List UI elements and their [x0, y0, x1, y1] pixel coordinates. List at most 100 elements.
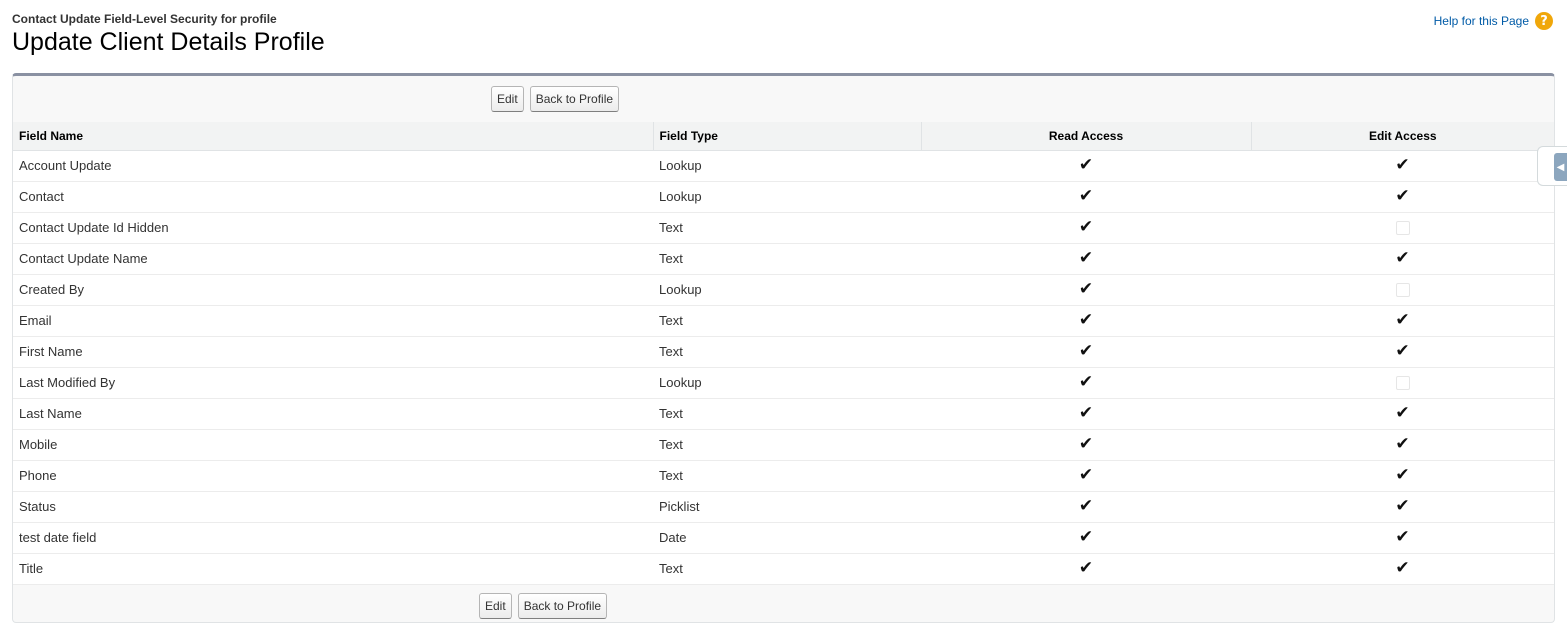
table-row: First Name Text ✔ ✔ [13, 336, 1554, 368]
unchecked-box-icon [1395, 221, 1410, 236]
field-type-cell: Text [653, 305, 921, 337]
page-subtitle: Contact Update Field-Level Security for … [12, 12, 277, 26]
edit-access-cell: ✔ [1251, 150, 1554, 182]
checkmark-icon: ✔ [1395, 310, 1410, 330]
table-row: test date field Date ✔ ✔ [13, 522, 1554, 554]
edit-access-cell: ✔ [1251, 398, 1554, 430]
table-row: Status Picklist ✔ ✔ [13, 491, 1554, 523]
back-to-profile-button-top[interactable]: Back to Profile [529, 86, 620, 112]
top-button-row: Edit Back to Profile [491, 86, 620, 112]
checkmark-icon: ✔ [1078, 248, 1094, 268]
field-name-cell: Contact [13, 181, 653, 213]
column-header-field-type[interactable]: Field Type [653, 122, 922, 151]
table-row: Contact Update Name Text ✔ ✔ [13, 243, 1554, 275]
checkmark-icon: ✔ [1078, 558, 1094, 578]
back-to-profile-button-bottom[interactable]: Back to Profile [517, 593, 608, 619]
checkmark-icon: ✔ [1078, 403, 1094, 423]
field-type-cell: Text [653, 212, 921, 244]
read-access-cell: ✔ [921, 274, 1251, 306]
table-row: Email Text ✔ ✔ [13, 305, 1554, 337]
table-row: Last Name Text ✔ ✔ [13, 398, 1554, 430]
checkmark-icon: ✔ [1078, 217, 1094, 237]
field-name-cell: Email [13, 305, 653, 337]
page-title: Update Client Details Profile [12, 28, 325, 56]
field-name-cell: Status [13, 491, 653, 523]
field-name-cell: Created By [13, 274, 653, 306]
help-icon[interactable]: ? [1535, 12, 1553, 30]
page: Contact Update Field-Level Security for … [0, 0, 1567, 636]
collapse-arrow-icon[interactable]: ◀ [1554, 153, 1567, 181]
checkmark-icon: ✔ [1395, 527, 1410, 547]
checkmark-icon: ✔ [1078, 186, 1094, 206]
checkmark-icon: ✔ [1078, 372, 1094, 392]
read-access-cell: ✔ [921, 336, 1251, 368]
table-row: Last Modified By Lookup ✔ [13, 367, 1554, 399]
edit-button-bottom[interactable]: Edit [479, 593, 512, 619]
edit-access-cell [1251, 212, 1554, 244]
edit-access-cell: ✔ [1251, 460, 1554, 492]
field-name-cell: Mobile [13, 429, 653, 461]
field-type-cell: Text [653, 398, 921, 430]
help-link[interactable]: Help for this Page [1434, 14, 1529, 28]
checkmark-icon: ✔ [1078, 155, 1094, 175]
checkmark-icon: ✔ [1395, 186, 1410, 206]
table-row: Title Text ✔ ✔ [13, 553, 1554, 585]
checkmark-icon: ✔ [1078, 496, 1094, 516]
edit-access-cell: ✔ [1251, 429, 1554, 461]
checkmark-icon: ✔ [1395, 155, 1410, 175]
field-type-cell: Picklist [653, 491, 921, 523]
edit-access-cell: ✔ [1251, 305, 1554, 337]
read-access-cell: ✔ [921, 553, 1251, 585]
edit-access-cell: ✔ [1251, 181, 1554, 213]
column-header-read-access: Read Access [921, 122, 1252, 151]
field-type-cell: Lookup [653, 367, 921, 399]
edit-access-cell: ✔ [1251, 522, 1554, 554]
column-header-edit-access: Edit Access [1251, 122, 1554, 151]
table-row: Created By Lookup ✔ [13, 274, 1554, 306]
edit-button-top[interactable]: Edit [491, 86, 524, 112]
edit-access-cell [1251, 367, 1554, 399]
field-name-cell: Account Update [13, 150, 653, 182]
table-row: Phone Text ✔ ✔ [13, 460, 1554, 492]
field-name-cell: Title [13, 553, 653, 585]
field-type-cell: Text [653, 336, 921, 368]
table-row: Contact Update Id Hidden Text ✔ [13, 212, 1554, 244]
checkmark-icon: ✔ [1395, 403, 1410, 423]
checkmark-icon: ✔ [1078, 310, 1094, 330]
sidebar-toggle[interactable]: ◀ [1537, 146, 1567, 186]
edit-access-cell: ✔ [1251, 491, 1554, 523]
checkmark-icon: ✔ [1078, 434, 1094, 454]
field-name-cell: Last Modified By [13, 367, 653, 399]
field-name-cell: Phone [13, 460, 653, 492]
read-access-cell: ✔ [921, 212, 1251, 244]
field-type-cell: Text [653, 460, 921, 492]
field-type-cell: Text [653, 553, 921, 585]
field-name-cell: test date field [13, 522, 653, 554]
read-access-cell: ✔ [921, 150, 1251, 182]
checkmark-icon: ✔ [1395, 248, 1410, 268]
field-type-cell: Lookup [653, 274, 921, 306]
checkmark-icon: ✔ [1078, 527, 1094, 547]
field-type-cell: Text [653, 243, 921, 275]
read-access-cell: ✔ [921, 367, 1251, 399]
edit-access-cell: ✔ [1251, 336, 1554, 368]
read-access-cell: ✔ [921, 398, 1251, 430]
table-header-row: Field Name Field Type Read Access Edit A… [13, 122, 1554, 151]
read-access-cell: ✔ [921, 522, 1251, 554]
field-name-cell: Contact Update Name [13, 243, 653, 275]
edit-access-cell: ✔ [1251, 553, 1554, 585]
read-access-cell: ✔ [921, 305, 1251, 337]
checkmark-icon: ✔ [1078, 279, 1094, 299]
checkmark-icon: ✔ [1395, 558, 1410, 578]
table-row: Mobile Text ✔ ✔ [13, 429, 1554, 461]
table-row: Contact Lookup ✔ ✔ [13, 181, 1554, 213]
field-name-cell: First Name [13, 336, 653, 368]
field-name-cell: Contact Update Id Hidden [13, 212, 653, 244]
field-name-cell: Last Name [13, 398, 653, 430]
read-access-cell: ✔ [921, 243, 1251, 275]
field-type-cell: Text [653, 429, 921, 461]
read-access-cell: ✔ [921, 181, 1251, 213]
column-header-field-name[interactable]: Field Name [13, 122, 654, 151]
field-type-cell: Date [653, 522, 921, 554]
unchecked-box-icon [1395, 376, 1410, 391]
